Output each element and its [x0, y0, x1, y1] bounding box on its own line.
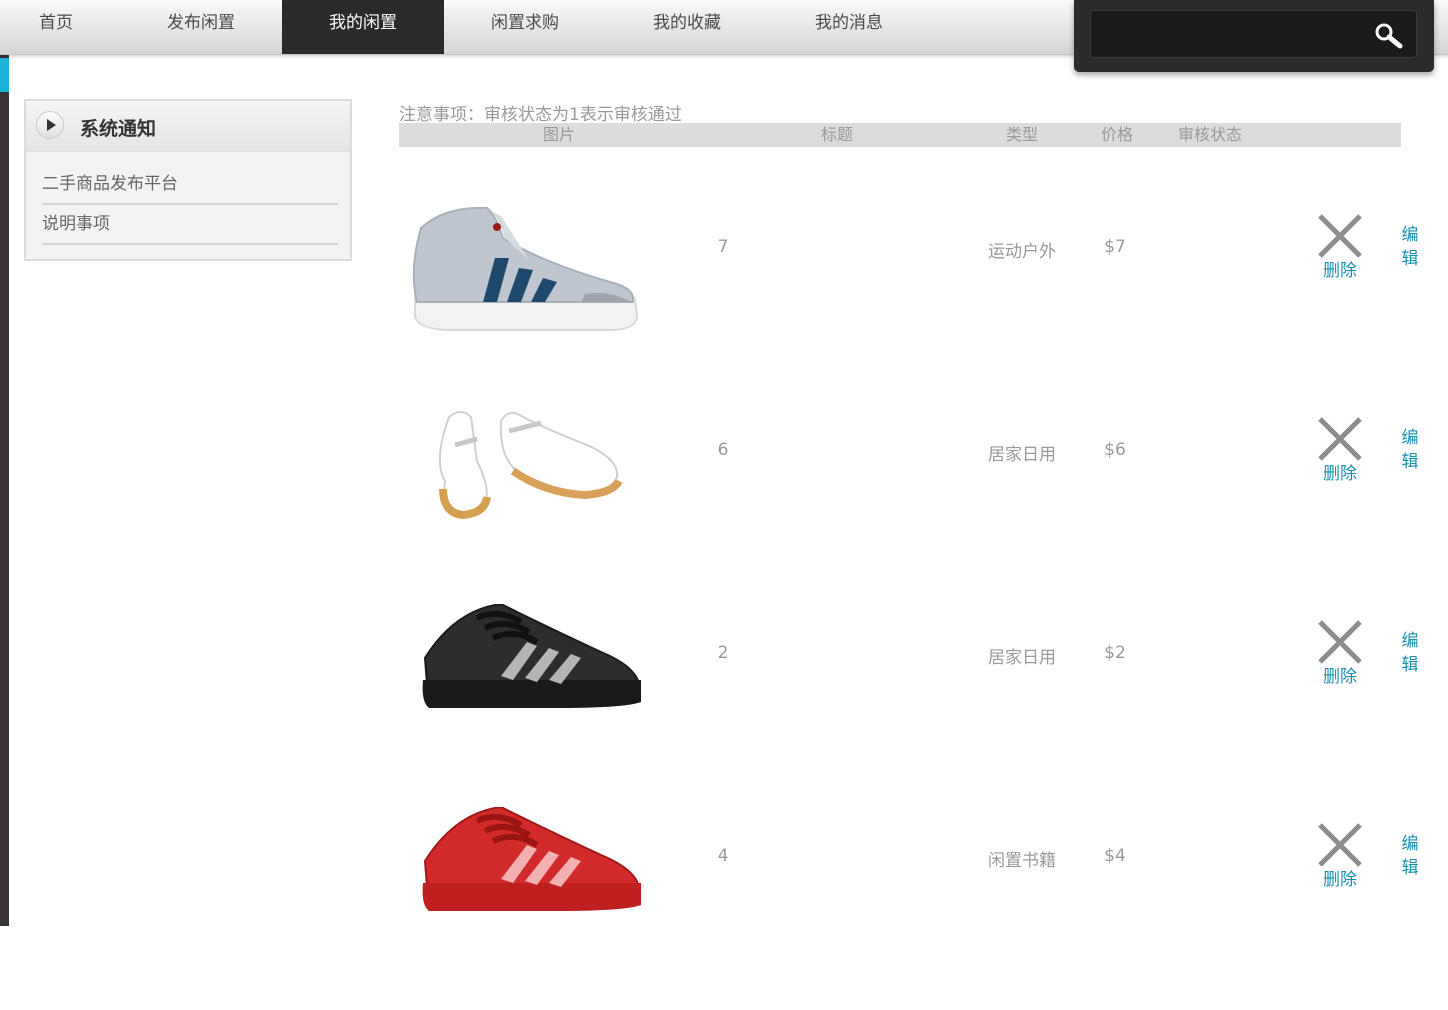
header-price: 价格: [1100, 125, 1133, 144]
search-input[interactable]: [1090, 10, 1417, 58]
edit-link[interactable]: 编辑: [1399, 832, 1421, 880]
edit-link[interactable]: 编辑: [1399, 426, 1421, 474]
table-row: 4 闲置书籍 $4 删除 编辑: [399, 807, 1429, 1010]
left-edge-accent: [0, 58, 9, 92]
white-mary-jane-shoes-image[interactable]: [405, 401, 645, 541]
row-type: 居家日用: [988, 648, 1056, 668]
delete-button[interactable]: 删除: [1315, 417, 1365, 487]
close-icon: [1318, 214, 1362, 258]
system-notice-title: 系统通知: [80, 118, 157, 140]
delete-label: 删除: [1323, 667, 1357, 687]
grey-hightop-sneaker-image[interactable]: [405, 198, 645, 338]
delete-label: 删除: [1323, 464, 1357, 484]
black-striped-sneaker-image[interactable]: [405, 604, 645, 744]
row-title: 7: [717, 237, 729, 257]
close-icon: [1318, 417, 1362, 461]
table-row: 7 运动户外 $7 删除 编辑: [399, 198, 1429, 401]
table-row: 6 居家日用 $6 删除 编辑: [399, 401, 1429, 604]
header-status: 审核状态: [1177, 125, 1242, 144]
row-type: 运动户外: [988, 242, 1056, 262]
left-edge-strip: [0, 0, 9, 926]
row-price: $7: [1104, 237, 1126, 257]
sidebar-item-instructions[interactable]: 说明事项: [42, 205, 338, 245]
nav-my-idle[interactable]: 我的闲置: [282, 0, 444, 54]
header-type: 类型: [1005, 125, 1038, 144]
close-icon: [1318, 823, 1362, 867]
row-title: 6: [717, 440, 729, 460]
play-icon: [36, 111, 64, 139]
system-notice-header: 系统通知: [26, 101, 350, 152]
delete-button[interactable]: 删除: [1315, 823, 1365, 893]
search-panel: [1074, 0, 1434, 72]
delete-label: 删除: [1323, 870, 1357, 890]
close-icon: [1318, 620, 1362, 664]
system-notice-panel: 系统通知 二手商品发布平台 说明事项: [24, 99, 352, 261]
row-title: 4: [717, 846, 729, 866]
row-price: $2: [1104, 643, 1126, 663]
delete-label: 删除: [1323, 261, 1357, 281]
delete-button[interactable]: 删除: [1315, 620, 1365, 690]
edit-link[interactable]: 编辑: [1399, 223, 1421, 271]
row-price: $6: [1104, 440, 1126, 460]
row-price: $4: [1104, 846, 1126, 866]
table-header: 图片 标题 类型 价格 审核状态: [399, 123, 1401, 147]
row-type: 闲置书籍: [988, 851, 1056, 871]
delete-button[interactable]: 删除: [1315, 214, 1365, 284]
edit-link[interactable]: 编辑: [1399, 629, 1421, 677]
nav-my-favorites[interactable]: 我的收藏: [606, 0, 768, 54]
row-type: 居家日用: [988, 445, 1056, 465]
row-title: 2: [717, 643, 729, 663]
search-icon[interactable]: [1372, 19, 1406, 53]
red-striped-sneaker-image[interactable]: [405, 807, 645, 947]
nav-my-messages[interactable]: 我的消息: [768, 0, 930, 54]
header-image: 图片: [542, 125, 575, 144]
notice-text: 注意事项：审核状态为1表示审核通过: [399, 105, 682, 125]
header-title: 标题: [820, 125, 853, 144]
table-row: 2 居家日用 $2 删除 编辑: [399, 604, 1429, 807]
nav-publish-idle[interactable]: 发布闲置: [120, 0, 282, 54]
nav-home[interactable]: 首页: [0, 0, 137, 54]
sidebar-item-platform[interactable]: 二手商品发布平台: [42, 165, 338, 205]
nav-want-to-buy[interactable]: 闲置求购: [444, 0, 606, 54]
